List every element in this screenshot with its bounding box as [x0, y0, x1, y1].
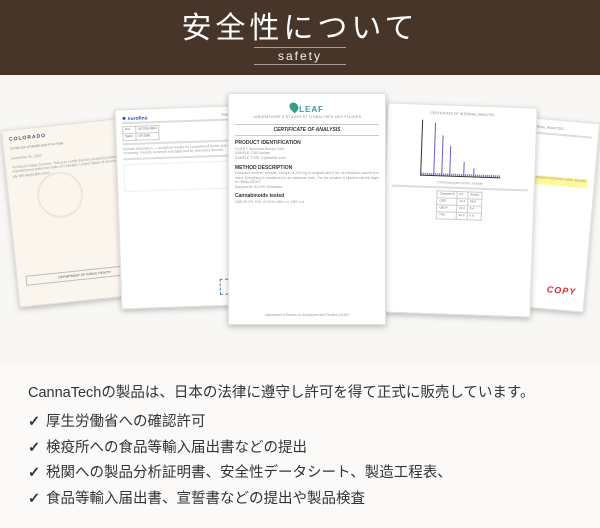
list-item: 厚生労働省への確認許可: [28, 410, 572, 435]
cert-leaf-heading: CERTIFICATE OF ANALYSIS: [235, 124, 379, 137]
cert-chrom-table: CompoundRTArea% CBD12.498.9 CBDV10.20.4 …: [436, 190, 483, 220]
cert-chromatogram: CERTIFICATE OF INTERNAL ANALYSIS Chromat…: [380, 102, 537, 317]
cert-leaf-brand-sub: LABORATOIRE D'ÉTUDES ET D'ANALYSES DES F…: [235, 115, 379, 120]
cert-leaf-footer: Laboratoire d'Études et d'Analyses des F…: [235, 313, 379, 318]
chromatogram-plot: [420, 119, 502, 178]
safety-text-block: CannaTechの製品は、日本の法律に遵守し許可を得て正式に販売しています。 …: [0, 365, 600, 522]
cert-leaf-sec-b-body: Extraction solvent: Hexane. Sample of 20…: [235, 171, 379, 189]
cert-leaf-sec-a-body: CLIENT: Spectrum Europe SAS SAMPLE: CBD …: [235, 147, 379, 161]
list-item: 食品等輸入届出書、宣誓書などの提出や製品検査: [28, 487, 572, 512]
cert-eurofins-brand: eurofins: [128, 115, 148, 122]
page-title-en: safety: [254, 47, 346, 65]
page-title-ja: 安全性について: [0, 12, 600, 45]
certificates-collage: COLORADO Certificate of Health and Free …: [0, 75, 600, 365]
cert-leaf-coa: LEAF LABORATOIRE D'ÉTUDES ET D'ANALYSES …: [228, 93, 386, 325]
compliance-bullet-list: 厚生労働省への確認許可 検疫所への食品等輸入届出書などの提出 税関への製品分析証…: [28, 410, 572, 512]
cert-leaf-brand: LEAF: [299, 105, 324, 114]
copy-stamp: COPY: [546, 285, 576, 299]
page-header: 安全性について safety: [0, 0, 600, 75]
list-item: 検疫所への食品等輸入届出書などの提出: [28, 436, 572, 461]
list-item: 税関への製品分析証明書、安全性データシート、製造工程表、: [28, 461, 572, 486]
intro-paragraph: CannaTechの製品は、日本の法律に遵守し許可を得て正式に販売しています。: [28, 381, 572, 406]
cert-eurofins-table: Ref03-2019-0834 BatchCR-2930: [122, 125, 160, 141]
seal-icon: [35, 169, 86, 220]
cert-chrom-title: CERTIFICATE OF INTERNAL ANALYSIS: [394, 110, 530, 119]
